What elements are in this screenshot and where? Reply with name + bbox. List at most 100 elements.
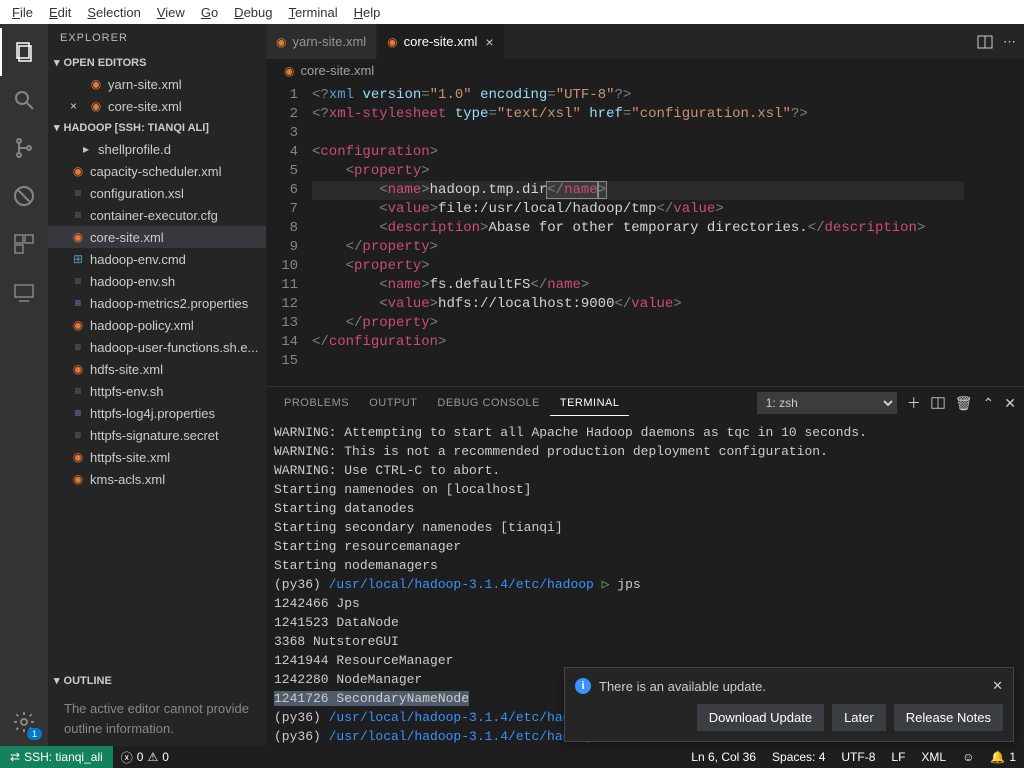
sidebar-title: EXPLORER [48, 24, 266, 52]
status-encoding[interactable]: UTF-8 [833, 750, 883, 764]
file-item[interactable]: ≡httpfs-signature.secret [48, 424, 266, 446]
rss-icon: ◉ [70, 230, 86, 244]
status-language[interactable]: XML [913, 750, 954, 764]
panel-tab[interactable]: PROBLEMS [274, 391, 359, 416]
rss-icon: ◉ [70, 318, 86, 332]
file-item[interactable]: ≡httpfs-env.sh [48, 380, 266, 402]
status-bar: ⇄SSH: tianqi_ali ⓧ0 ⚠0 Ln 6, Col 36 Spac… [0, 746, 1024, 768]
new-terminal-icon[interactable]: ＋ [907, 393, 921, 413]
file-item[interactable]: ≡container-executor.cfg [48, 204, 266, 226]
close-tab-icon[interactable]: × [485, 34, 493, 50]
activity-debug-icon[interactable] [0, 172, 48, 220]
section-open-editors[interactable]: ▾OPEN EDITORS [48, 52, 266, 73]
kill-terminal-icon[interactable]: 🗑 [955, 395, 973, 412]
file-name: core-site.xml [90, 230, 164, 245]
file-item[interactable]: ≡hadoop-user-functions.sh.e... [48, 336, 266, 358]
menu-edit[interactable]: Edit [41, 3, 79, 22]
code-editor[interactable]: 123456789101112131415 <?xml version="1.0… [266, 82, 1024, 386]
panel-tab[interactable]: DEBUG CONSOLE [427, 391, 549, 416]
rss-icon: ◉ [88, 99, 104, 113]
section-outline[interactable]: ▾OUTLINE [48, 670, 266, 691]
activity-search-icon[interactable] [0, 76, 48, 124]
notification-button[interactable]: Later [832, 704, 886, 731]
notification-button[interactable]: Release Notes [894, 704, 1003, 731]
info-icon: i [575, 678, 591, 694]
breadcrumb[interactable]: ◉ core-site.xml [266, 59, 1024, 82]
activity-extensions-icon[interactable] [0, 220, 48, 268]
rss-icon: ◉ [284, 64, 294, 78]
split-editor-icon[interactable] [977, 34, 993, 50]
file-name: hdfs-site.xml [90, 362, 163, 377]
sh-icon: ≡ [70, 274, 86, 288]
status-problems[interactable]: ⓧ0 ⚠0 [113, 749, 177, 766]
win-icon: ⊞ [70, 252, 86, 266]
activity-scm-icon[interactable] [0, 124, 48, 172]
menu-debug[interactable]: Debug [226, 3, 280, 22]
editor-area: ◉ yarn-site.xml ◉ core-site.xml × ⋯ ◉ co… [266, 24, 1024, 746]
maximize-panel-icon[interactable]: ⌃ [983, 395, 995, 412]
minimap[interactable] [964, 82, 1024, 386]
status-remote[interactable]: ⇄SSH: tianqi_ali [0, 746, 113, 768]
status-spaces[interactable]: Spaces: 4 [764, 750, 833, 764]
activity-explorer-icon[interactable] [0, 28, 48, 76]
rss-icon: ◉ [70, 450, 86, 464]
file-name: httpfs-signature.secret [90, 428, 219, 443]
more-actions-icon[interactable]: ⋯ [1003, 34, 1016, 50]
rss-icon: ◉ [276, 35, 286, 49]
file-item[interactable]: ◉capacity-scheduler.xml [48, 160, 266, 182]
activity-settings-icon[interactable]: 1 [0, 698, 48, 746]
rss-icon: ◉ [387, 35, 397, 49]
file-name: hadoop-metrics2.properties [90, 296, 248, 311]
editor-tab[interactable]: ◉ core-site.xml × [377, 24, 504, 59]
file-item[interactable]: ▸shellprofile.d [48, 138, 266, 160]
split-terminal-icon[interactable] [931, 396, 945, 410]
file-item[interactable]: ◉hdfs-site.xml [48, 358, 266, 380]
activity-bar: 1 [0, 24, 48, 746]
prop-icon: ≡ [70, 296, 86, 310]
notification-button[interactable]: Download Update [697, 704, 824, 731]
close-icon[interactable]: × [70, 99, 84, 113]
rss-icon: ◉ [70, 472, 86, 486]
open-editor-item[interactable]: ◉yarn-site.xml [48, 73, 266, 95]
menu-terminal[interactable]: Terminal [280, 3, 345, 22]
file-item[interactable]: ≡ hadoop-metrics2.properties [48, 292, 266, 314]
status-feedback-icon[interactable]: ☺ [954, 750, 982, 764]
file-item[interactable]: ◉httpfs-site.xml [48, 446, 266, 468]
file-item[interactable]: ≡configuration.xsl [48, 182, 266, 204]
status-notifications[interactable]: 🔔 1 [982, 750, 1024, 764]
file-name: yarn-site.xml [108, 77, 182, 92]
notification-message: There is an available update. [599, 679, 766, 694]
file-item[interactable]: ◉ core-site.xml [48, 226, 266, 248]
terminal-select[interactable]: 1: zsh [757, 392, 897, 414]
panel-tab[interactable]: OUTPUT [359, 391, 427, 416]
menu-go[interactable]: Go [193, 3, 226, 22]
notification-close-icon[interactable]: ✕ [992, 678, 1003, 694]
editor-tab[interactable]: ◉ yarn-site.xml [266, 24, 377, 59]
activity-remote-icon[interactable] [0, 268, 48, 316]
file-name: hadoop-user-functions.sh.e... [90, 340, 258, 355]
file-item[interactable]: ⊞hadoop-env.cmd [48, 248, 266, 270]
code-content[interactable]: <?xml version="1.0" encoding="UTF-8"?><?… [312, 82, 964, 386]
menu-file[interactable]: File [4, 3, 41, 22]
menu-view[interactable]: View [149, 3, 193, 22]
update-notification: i There is an available update. ✕ Downlo… [564, 667, 1014, 742]
file-item[interactable]: ≡hadoop-env.sh [48, 270, 266, 292]
outline-message: The active editor cannot provide outline… [48, 691, 266, 746]
close-panel-icon[interactable]: ✕ [1004, 395, 1016, 412]
open-editor-item[interactable]: × ◉ core-site.xml [48, 95, 266, 117]
section-workspace[interactable]: ▾HADOOP [SSH: TIANQI ALI] [48, 117, 266, 138]
file-item[interactable]: ◉kms-acls.xml [48, 468, 266, 490]
tab-label: yarn-site.xml [292, 34, 366, 49]
file-name: shellprofile.d [98, 142, 171, 157]
menu-help[interactable]: Help [346, 3, 389, 22]
menu-selection[interactable]: Selection [79, 3, 148, 22]
status-eol[interactable]: LF [883, 750, 913, 764]
file-item[interactable]: ◉hadoop-policy.xml [48, 314, 266, 336]
panel-tabs: PROBLEMSOUTPUTDEBUG CONSOLETERMINAL 1: z… [266, 387, 1024, 419]
editor-tabs: ◉ yarn-site.xml ◉ core-site.xml × ⋯ [266, 24, 1024, 59]
file-name: core-site.xml [108, 99, 182, 114]
sh-icon: ≡ [70, 384, 86, 398]
panel-tab[interactable]: TERMINAL [550, 391, 630, 416]
status-lncol[interactable]: Ln 6, Col 36 [683, 750, 764, 764]
file-item[interactable]: ≡httpfs-log4j.properties [48, 402, 266, 424]
